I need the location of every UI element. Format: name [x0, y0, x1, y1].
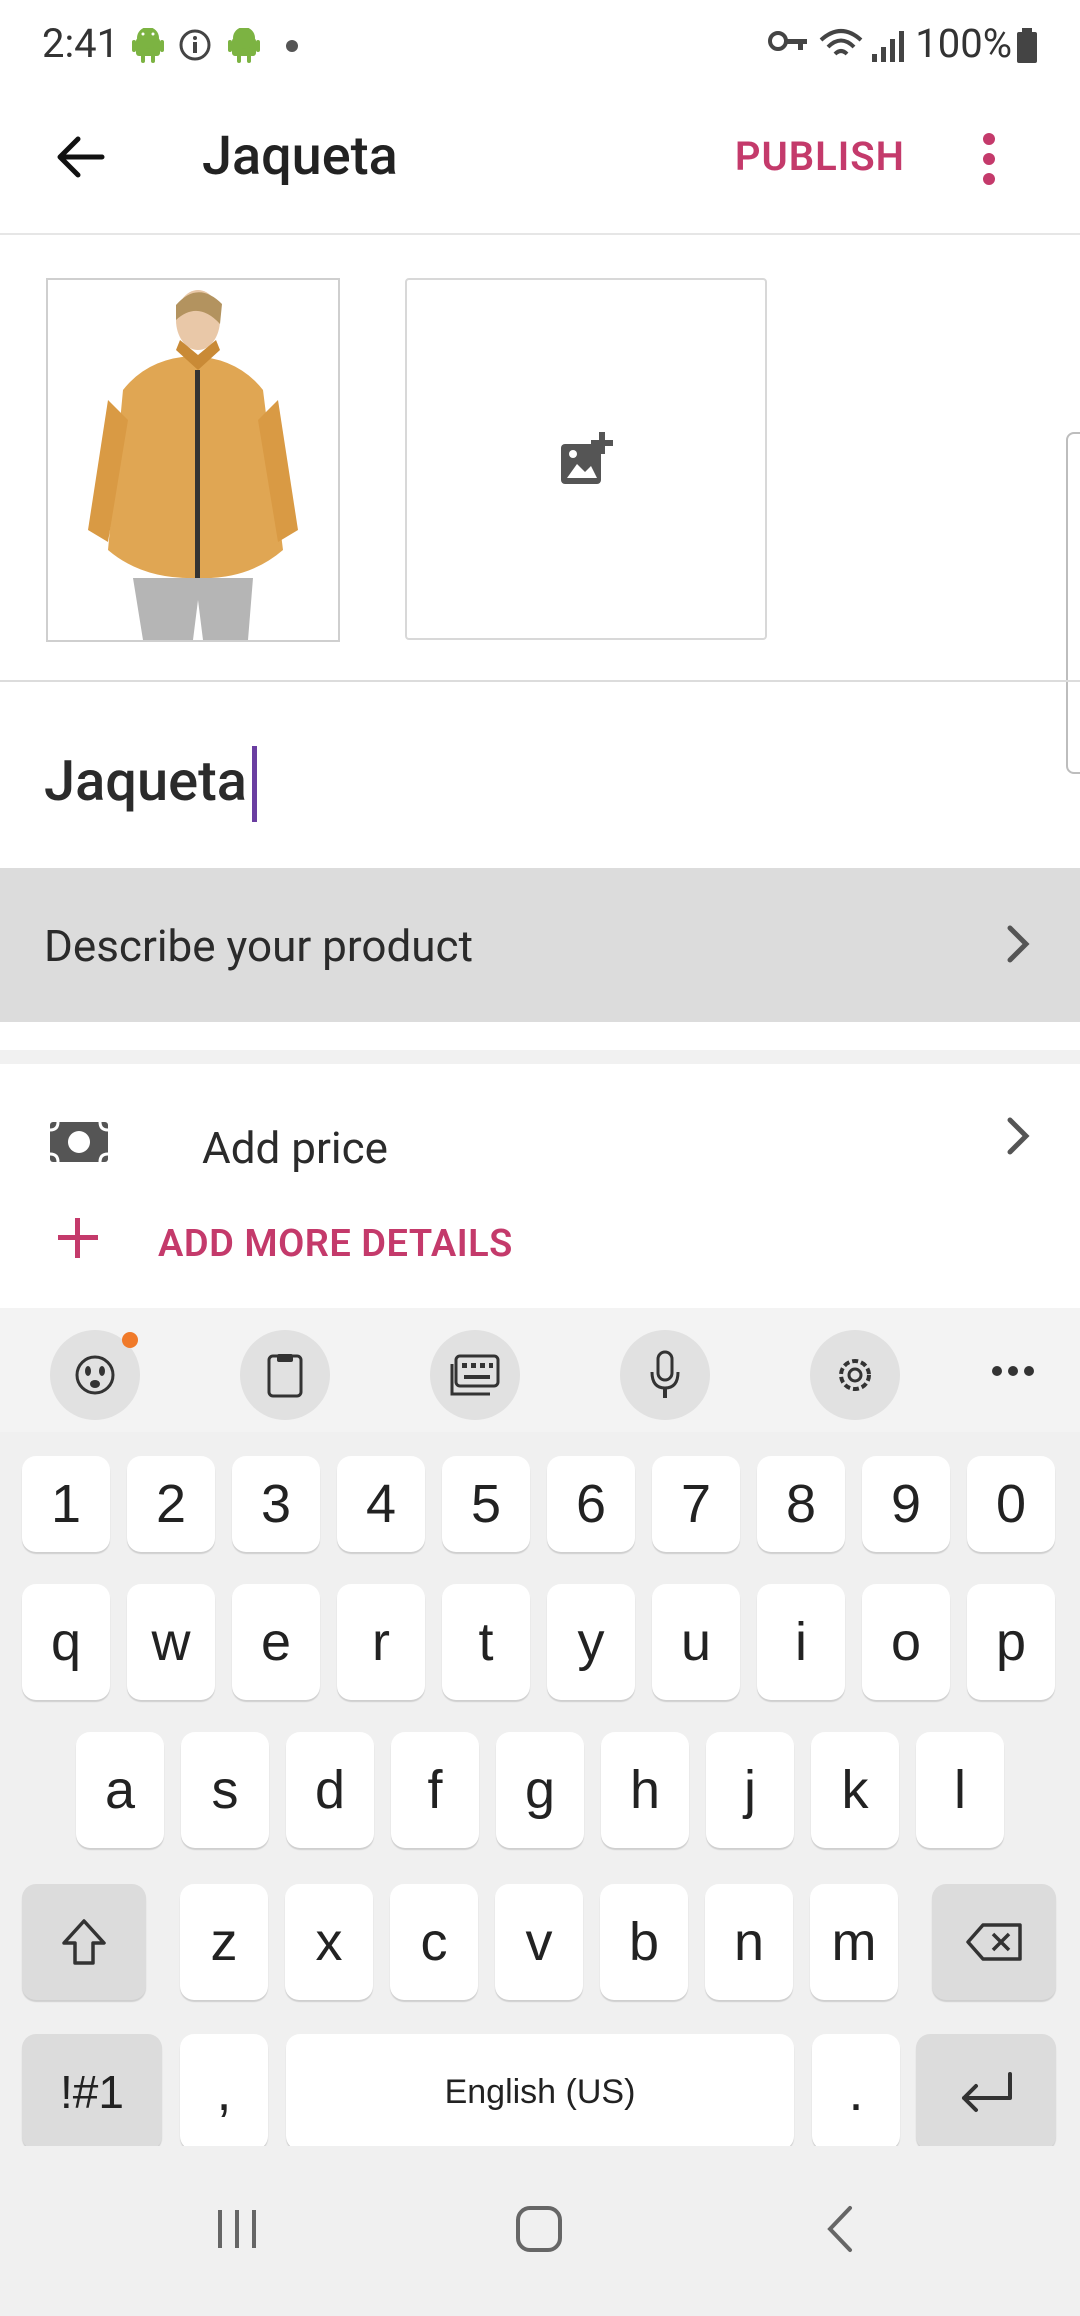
- describe-product-label: Describe your product: [44, 920, 473, 972]
- keyboard-mode-button[interactable]: [430, 1330, 520, 1420]
- key-letter-8[interactable]: o: [862, 1584, 950, 1700]
- backspace-key[interactable]: [932, 1884, 1056, 2000]
- status-time: 2:41: [42, 20, 120, 67]
- key-letter-5[interactable]: y: [547, 1584, 635, 1700]
- wifi-icon: [819, 29, 863, 56]
- key-letter-row2-3[interactable]: f: [391, 1732, 479, 1848]
- emoji-icon: [75, 1355, 115, 1395]
- keyboard: 1234567890 qwertyuiop asdfghjkl zxcvbnm …: [0, 1432, 1080, 2150]
- key-letter-row2-8[interactable]: l: [916, 1732, 1004, 1848]
- key-letter-row3-3[interactable]: v: [495, 1884, 583, 2000]
- key-number-7[interactable]: 8: [757, 1456, 845, 1552]
- battery-percent: 100%: [915, 20, 1012, 67]
- notification-badge: [122, 1332, 138, 1348]
- key-number-8[interactable]: 9: [862, 1456, 950, 1552]
- key-letter-row3-1[interactable]: x: [285, 1884, 373, 2000]
- keyboard-settings-button[interactable]: [810, 1330, 900, 1420]
- key-letter-row2-0[interactable]: a: [76, 1732, 164, 1848]
- key-letter-row2-2[interactable]: d: [286, 1732, 374, 1848]
- chevron-right-icon-2: [1007, 1117, 1030, 1155]
- divider: [0, 680, 1080, 682]
- add-more-details-button[interactable]: ADD MORE DETAILS: [0, 1172, 1080, 1308]
- plus-icon: [58, 1218, 98, 1258]
- add-more-details-label: ADD MORE DETAILS: [158, 1222, 513, 1266]
- key-letter-row2-4[interactable]: g: [496, 1732, 584, 1848]
- page-title: Jaqueta: [202, 125, 398, 188]
- product-name-input[interactable]: Jaqueta: [44, 748, 247, 814]
- key-number-1[interactable]: 2: [127, 1456, 215, 1552]
- key-letter-6[interactable]: u: [652, 1584, 740, 1700]
- notification-dot-icon: [286, 40, 298, 52]
- chevron-right-icon: [1007, 925, 1030, 963]
- more-options-icon[interactable]: [974, 129, 1004, 189]
- enter-icon: [962, 2072, 1012, 2112]
- android-icon-2: [228, 28, 260, 63]
- gear-icon: [839, 1359, 871, 1391]
- vpn-key-icon: [768, 31, 807, 51]
- recent-apps-icon[interactable]: [214, 2206, 260, 2252]
- text-cursor: [252, 746, 257, 822]
- clipboard-icon: [267, 1354, 303, 1398]
- battery-icon: [1017, 28, 1037, 63]
- status-bar: 2:41 100%: [0, 0, 1080, 95]
- product-photo[interactable]: [46, 278, 340, 642]
- keyboard-toolbar: [0, 1308, 1080, 1432]
- symbols-key[interactable]: !#1: [22, 2034, 162, 2150]
- money-icon: [50, 1121, 108, 1163]
- key-letter-1[interactable]: w: [127, 1584, 215, 1700]
- key-number-0[interactable]: 1: [22, 1456, 110, 1552]
- key-letter-row3-2[interactable]: c: [390, 1884, 478, 2000]
- shift-icon: [62, 1919, 106, 1965]
- key-number-5[interactable]: 6: [547, 1456, 635, 1552]
- back-arrow-icon[interactable]: [52, 129, 108, 185]
- key-letter-row3-4[interactable]: b: [600, 1884, 688, 2000]
- key-letter-9[interactable]: p: [967, 1584, 1055, 1700]
- info-icon: [179, 29, 211, 61]
- shift-key[interactable]: [22, 1884, 146, 2000]
- signal-icon: [872, 31, 904, 62]
- key-letter-row3-5[interactable]: n: [705, 1884, 793, 2000]
- more-horizontal-icon[interactable]: [990, 1364, 1036, 1378]
- period-key[interactable]: .: [812, 2034, 900, 2150]
- key-letter-0[interactable]: q: [22, 1584, 110, 1700]
- emoji-button[interactable]: [50, 1330, 140, 1420]
- back-nav-icon[interactable]: [822, 2204, 856, 2254]
- backspace-icon: [966, 1923, 1022, 1961]
- key-letter-7[interactable]: i: [757, 1584, 845, 1700]
- system-nav-bar: [0, 2146, 1080, 2316]
- key-letter-4[interactable]: t: [442, 1584, 530, 1700]
- enter-key[interactable]: [916, 2034, 1056, 2150]
- describe-product-row[interactable]: Describe your product: [0, 868, 1080, 1022]
- microphone-icon: [650, 1350, 680, 1398]
- voice-input-button[interactable]: [620, 1330, 710, 1420]
- space-key[interactable]: English (US): [286, 2034, 794, 2150]
- home-icon[interactable]: [514, 2204, 564, 2254]
- key-letter-row2-6[interactable]: j: [706, 1732, 794, 1848]
- publish-button[interactable]: PUBLISH: [735, 133, 905, 180]
- clipboard-button[interactable]: [240, 1330, 330, 1420]
- key-letter-2[interactable]: e: [232, 1584, 320, 1700]
- key-number-9[interactable]: 0: [967, 1456, 1055, 1552]
- add-price-label: Add price: [202, 1122, 388, 1174]
- add-photo-icon: [561, 432, 613, 484]
- key-letter-row3-6[interactable]: m: [810, 1884, 898, 2000]
- jacket-photo-image: [48, 280, 338, 640]
- key-number-3[interactable]: 4: [337, 1456, 425, 1552]
- add-photo-button[interactable]: [405, 278, 767, 640]
- app-bar: Jaqueta PUBLISH: [0, 95, 1080, 235]
- key-number-6[interactable]: 7: [652, 1456, 740, 1552]
- add-price-row[interactable]: Add price: [0, 1050, 1080, 1186]
- key-letter-3[interactable]: r: [337, 1584, 425, 1700]
- key-letter-row2-7[interactable]: k: [811, 1732, 899, 1848]
- keyboard-icon: [450, 1354, 500, 1396]
- comma-key[interactable]: ,: [180, 2034, 268, 2150]
- key-letter-row2-1[interactable]: s: [181, 1732, 269, 1848]
- key-letter-row2-5[interactable]: h: [601, 1732, 689, 1848]
- key-number-2[interactable]: 3: [232, 1456, 320, 1552]
- key-number-4[interactable]: 5: [442, 1456, 530, 1552]
- key-letter-row3-0[interactable]: z: [180, 1884, 268, 2000]
- android-icon: [132, 28, 164, 63]
